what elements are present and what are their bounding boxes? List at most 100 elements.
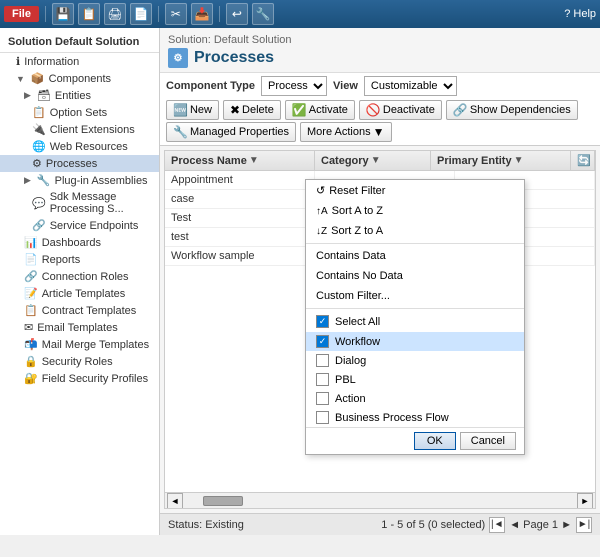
filter-option-pbl[interactable]: PBL — [306, 370, 524, 389]
file-button[interactable]: File — [4, 6, 39, 22]
sdk-icon: 💬 — [32, 197, 46, 210]
col-category-filter-icon[interactable]: ▼ — [371, 155, 381, 166]
save-icon[interactable]: 💾 — [52, 3, 74, 25]
sidebar-item-components[interactable]: ▼ 📦 Components — [0, 70, 159, 87]
action-checkbox[interactable] — [316, 392, 329, 405]
mail-merge-icon: 📬 — [24, 338, 38, 351]
select-all-checkbox[interactable]: ✓ — [316, 315, 329, 328]
bpf-checkbox[interactable] — [316, 411, 329, 424]
web-resources-icon: 🌐 — [32, 140, 46, 153]
collapse-icon: ▶ — [24, 90, 31, 101]
deactivate-button[interactable]: 🚫 Deactivate — [359, 100, 442, 120]
filter-sort-az[interactable]: ↑A Sort A to Z — [306, 201, 524, 221]
col-process-name[interactable]: Process Name ▼ — [165, 151, 315, 170]
print-icon[interactable]: 🖨 — [104, 3, 126, 25]
filter-option-workflow[interactable]: ✓ Workflow — [306, 332, 524, 351]
dashboards-icon: 📊 — [24, 236, 38, 249]
activate-button[interactable]: ✅ Activate — [285, 100, 355, 120]
filter-sort-za[interactable]: ↓Z Sort Z to A — [306, 221, 524, 241]
sidebar-item-contract-templates[interactable]: 📋 Contract Templates — [0, 302, 159, 319]
entities-icon: 🗃 — [37, 89, 51, 102]
component-type-select[interactable]: Process — [261, 76, 327, 96]
dialog-checkbox[interactable] — [316, 354, 329, 367]
expand-icon: ▼ — [16, 74, 25, 84]
view-select[interactable]: Customizable — [364, 76, 457, 96]
plugin-icon: 🔧 — [37, 174, 51, 187]
sidebar-item-sdk-message[interactable]: 💬 Sdk Message Processing S... — [0, 189, 159, 217]
filter-contains-data[interactable]: Contains Data — [306, 246, 524, 266]
sidebar-item-security-roles[interactable]: 🔒 Security Roles — [0, 353, 159, 370]
managed-properties-button[interactable]: 🔧 Managed Properties — [166, 122, 296, 142]
content-area: Solution: Default Solution ⚙ Processes C… — [160, 28, 600, 535]
sidebar-item-processes[interactable]: ⚙ Processes — [0, 155, 159, 172]
data-grid: Process Name ▼ Category ▼ Primary Entity… — [164, 150, 596, 509]
connection-roles-icon: 🔗 — [24, 270, 38, 283]
col-category[interactable]: Category ▼ — [315, 151, 431, 170]
show-dependencies-button[interactable]: 🔗 Show Dependencies — [446, 100, 578, 120]
processes-icon: ⚙ — [32, 157, 42, 170]
first-page-button[interactable]: |◄ — [489, 517, 505, 533]
sidebar-item-web-resources[interactable]: 🌐 Web Resources — [0, 138, 159, 155]
sidebar-item-email-templates[interactable]: ✉ Email Templates — [0, 319, 159, 336]
page-title-icon: ⚙ — [168, 48, 188, 68]
col-primary-entity[interactable]: Primary Entity ▼ — [431, 151, 571, 170]
filter-reset[interactable]: ↺ Reset Filter — [306, 180, 524, 201]
grid-header: Process Name ▼ Category ▼ Primary Entity… — [165, 151, 595, 171]
filter-ok-button[interactable]: OK — [414, 432, 456, 450]
more-actions-button[interactable]: More Actions ▼ — [300, 122, 391, 142]
filter-cancel-button[interactable]: Cancel — [460, 432, 516, 450]
sidebar-item-entities[interactable]: ▶ 🗃 Entities — [0, 87, 159, 104]
components-icon: 📦 — [31, 72, 45, 85]
last-page-button[interactable]: ►| — [576, 517, 592, 533]
sidebar-item-option-sets[interactable]: 📋 Option Sets — [0, 104, 159, 121]
pbl-checkbox[interactable] — [316, 373, 329, 386]
toolbar-separator2 — [158, 6, 159, 22]
sidebar-item-connection-roles[interactable]: 🔗 Connection Roles — [0, 268, 159, 285]
sidebar-item-article-templates[interactable]: 📝 Article Templates — [0, 285, 159, 302]
status-bar: Status: Existing 1 - 5 of 5 (0 selected)… — [160, 513, 600, 535]
sidebar-item-field-security[interactable]: 🔐 Field Security Profiles — [0, 370, 159, 387]
import-icon[interactable]: 📥 — [191, 3, 213, 25]
activate-button-icon: ✅ — [292, 103, 307, 117]
filter-select-all-row[interactable]: ✓ Select All — [306, 311, 524, 332]
filter-option-bpf[interactable]: Business Process Flow — [306, 408, 524, 427]
new-doc-icon[interactable]: 📄 — [130, 3, 152, 25]
action-buttons-row1: 🆕 New ✖ Delete ✅ Activate 🚫 Deactivate 🔗 — [166, 100, 594, 120]
option-sets-icon: 📋 — [32, 106, 46, 119]
workflow-checkbox[interactable]: ✓ — [316, 335, 329, 348]
filter-separator — [306, 243, 524, 244]
sidebar-item-reports[interactable]: 📄 Reports — [0, 251, 159, 268]
delete-button[interactable]: ✖ Delete — [223, 100, 281, 120]
filter-option-dialog[interactable]: Dialog — [306, 351, 524, 370]
row-name-4: Workflow sample — [165, 247, 315, 265]
scrollbar-container: ◄ ► — [165, 492, 595, 508]
scroll-right-btn[interactable]: ► — [577, 493, 593, 509]
new-button[interactable]: 🆕 New — [166, 100, 219, 120]
filter-option-action[interactable]: Action — [306, 389, 524, 408]
client-ext-icon: 🔌 — [32, 123, 46, 136]
col-name-filter-icon[interactable]: ▼ — [249, 155, 259, 166]
col-primary-filter-icon[interactable]: ▼ — [514, 155, 524, 166]
action-buttons-row2: 🔧 Managed Properties More Actions ▼ — [166, 122, 594, 142]
scroll-thumb[interactable] — [203, 496, 243, 506]
filter-custom[interactable]: Custom Filter... — [306, 286, 524, 306]
scroll-left-btn[interactable]: ◄ — [167, 493, 183, 509]
sidebar-item-service-endpoints[interactable]: 🔗 Service Endpoints — [0, 217, 159, 234]
cut-icon[interactable]: ✂ — [165, 3, 187, 25]
sidebar-item-dashboards[interactable]: 📊 Dashboards — [0, 234, 159, 251]
main-toolbar: Component Type Process View Customizable… — [160, 73, 600, 146]
delete-button-icon: ✖ — [230, 103, 240, 117]
col-refresh[interactable]: 🔄 — [571, 151, 595, 170]
horizontal-scrollbar[interactable]: ◄ ► — [165, 492, 595, 508]
sidebar-item-mail-merge[interactable]: 📬 Mail Merge Templates — [0, 336, 159, 353]
sidebar-item-plugin-assemblies[interactable]: ▶ 🔧 Plug-in Assemblies — [0, 172, 159, 189]
undo-icon[interactable]: ↩ — [226, 3, 248, 25]
filter-contains-no-data[interactable]: Contains No Data — [306, 266, 524, 286]
extra-icon[interactable]: 🔧 — [252, 3, 274, 25]
sidebar-item-client-ext[interactable]: 🔌 Client Extensions — [0, 121, 159, 138]
sidebar-item-information[interactable]: ℹ Information — [0, 53, 159, 70]
help-button[interactable]: ? Help — [564, 8, 596, 20]
expand-plugin-icon: ▶ — [24, 175, 31, 186]
sidebar: Solution Default Solution ℹ Information … — [0, 28, 160, 535]
copy-icon[interactable]: 📋 — [78, 3, 100, 25]
